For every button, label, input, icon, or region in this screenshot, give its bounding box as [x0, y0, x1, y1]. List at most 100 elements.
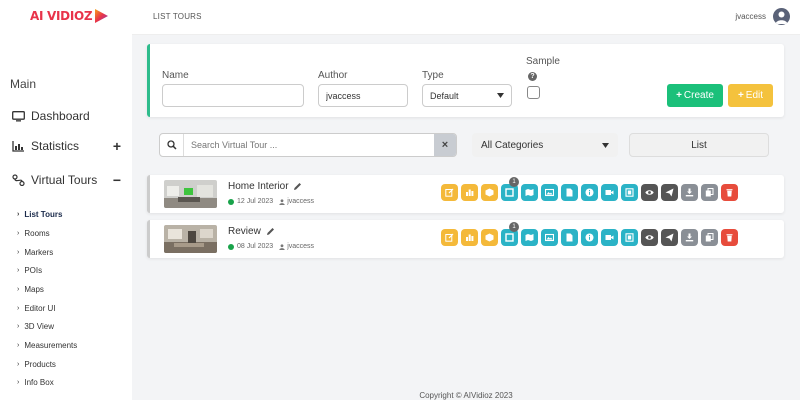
edit-tour-icon[interactable] [441, 184, 458, 201]
trash-icon[interactable] [721, 229, 738, 246]
chevron-down-icon [497, 93, 504, 98]
sidebar-sub-pois[interactable]: › POIs [17, 266, 42, 275]
name-field[interactable] [162, 84, 304, 107]
eye-icon[interactable] [641, 229, 658, 246]
statistics-icon[interactable] [461, 184, 478, 201]
gallery-icon[interactable] [541, 229, 558, 246]
list-view-button[interactable]: List [629, 133, 769, 157]
sidebar-item-label: Statistics [31, 139, 80, 153]
video-icon[interactable] [601, 184, 618, 201]
sidebar-item-dashboard[interactable]: Dashboard [11, 109, 121, 123]
name-label: Name [162, 70, 189, 81]
user-icon [279, 198, 285, 205]
trash-icon[interactable] [721, 184, 738, 201]
tour-actions: 1 [441, 177, 741, 201]
eye-icon[interactable] [641, 184, 658, 201]
chevron-right-icon: › [17, 379, 20, 386]
duplicate-icon[interactable] [701, 229, 718, 246]
tour-name[interactable]: Review [228, 226, 261, 237]
video-icon[interactable] [601, 229, 618, 246]
pencil-icon[interactable] [293, 182, 302, 191]
gallery-icon[interactable] [541, 184, 558, 201]
brand-logo[interactable]: AI VIDIOZ [30, 8, 109, 24]
sidebar-sub-list-tours[interactable]: › List Tours [17, 210, 62, 219]
topbar: LIST TOURS jvaccess [132, 0, 800, 35]
sidebar-sub-products[interactable]: › Products [17, 360, 56, 369]
document-icon[interactable] [561, 229, 578, 246]
pencil-icon[interactable] [266, 227, 275, 236]
tour-actions: 1 [441, 222, 741, 246]
chevron-right-icon: › [17, 342, 20, 349]
chevron-down-icon [602, 142, 609, 148]
sidebar-sub-markers[interactable]: › Markers [17, 248, 53, 257]
sub-item-label: Rooms [24, 229, 50, 238]
info-icon[interactable] [581, 229, 598, 246]
download-icon[interactable] [681, 184, 698, 201]
sub-item-label: POIs [24, 266, 43, 275]
sidebar-sub-rooms[interactable]: › Rooms [17, 229, 50, 238]
chevron-right-icon: › [17, 249, 20, 256]
download-icon[interactable] [681, 229, 698, 246]
document-icon[interactable] [561, 184, 578, 201]
chevron-right-icon: › [17, 230, 20, 237]
sub-item-label: Editor UI [24, 304, 56, 313]
sample-checkbox[interactable] [527, 86, 540, 99]
category-select-value: All Categories [481, 139, 544, 151]
sidebar-sub-maps[interactable]: › Maps [17, 285, 44, 294]
sidebar-item-label: Virtual Tours [31, 173, 98, 187]
clear-search-button[interactable]: × [434, 134, 456, 156]
monitor-icon [11, 110, 25, 122]
statistics-icon[interactable] [461, 229, 478, 246]
sidebar-sub-3d-view[interactable]: › 3D View [17, 322, 54, 331]
status-dot [228, 243, 234, 250]
film-icon[interactable] [621, 229, 638, 246]
info-icon[interactable] [581, 184, 598, 201]
tour-author: jvaccess [287, 198, 315, 205]
author-field[interactable] [318, 84, 408, 107]
sidebar-sub-editor-ui[interactable]: › Editor UI [17, 304, 55, 313]
sidebar-item-virtual-tours[interactable]: Virtual Tours − [11, 172, 121, 188]
search-icon [160, 134, 184, 156]
tour-thumbnail[interactable] [164, 225, 217, 253]
sub-item-label: Maps [24, 285, 44, 294]
category-select[interactable]: All Categories [472, 133, 618, 157]
rooms-count-badge: 1 [509, 177, 519, 187]
cube-icon[interactable] [481, 229, 498, 246]
sub-item-label: List Tours [24, 210, 63, 219]
tour-row[interactable]: Review 08 Jul 2023 jvaccess 1 [147, 220, 784, 258]
cube-icon[interactable] [481, 184, 498, 201]
publish-icon[interactable] [661, 229, 678, 246]
publish-icon[interactable] [661, 184, 678, 201]
rooms-icon[interactable]: 1 [501, 222, 519, 246]
tour-date: 08 Jul 2023 [237, 243, 274, 250]
rooms-count-badge: 1 [509, 222, 519, 232]
user-name[interactable]: jvaccess [735, 12, 766, 21]
edit-tour-icon[interactable] [441, 229, 458, 246]
rooms-icon[interactable]: 1 [501, 177, 519, 201]
tour-thumbnail[interactable] [164, 180, 217, 208]
edit-button[interactable]: + Edit [728, 84, 773, 107]
sub-item-label: Measurements [24, 341, 78, 350]
type-select[interactable]: Default [422, 84, 512, 107]
user-icon [279, 243, 285, 250]
expand-plus-icon[interactable]: + [113, 138, 121, 154]
create-button[interactable]: + Create [667, 84, 723, 107]
film-icon[interactable] [621, 184, 638, 201]
sidebar-item-statistics[interactable]: Statistics + [11, 138, 121, 154]
user-avatar-icon [775, 11, 788, 24]
status-dot [228, 198, 234, 205]
map-icon[interactable] [521, 229, 538, 246]
duplicate-icon[interactable] [701, 184, 718, 201]
edit-button-label: Edit [745, 90, 764, 101]
avatar[interactable] [773, 8, 790, 25]
tour-name[interactable]: Home Interior [228, 181, 289, 192]
tour-row[interactable]: Home Interior 12 Jul 2023 jvaccess 1 [147, 175, 784, 213]
sidebar-sub-info-box[interactable]: › Info Box [17, 378, 54, 387]
collapse-minus-icon[interactable]: − [113, 172, 121, 188]
sub-item-label: Info Box [24, 378, 54, 387]
map-icon[interactable] [521, 184, 538, 201]
chevron-right-icon: › [17, 267, 20, 274]
route-icon [11, 174, 25, 186]
search-input[interactable] [184, 134, 434, 156]
sidebar-sub-measurements[interactable]: › Measurements [17, 341, 77, 350]
